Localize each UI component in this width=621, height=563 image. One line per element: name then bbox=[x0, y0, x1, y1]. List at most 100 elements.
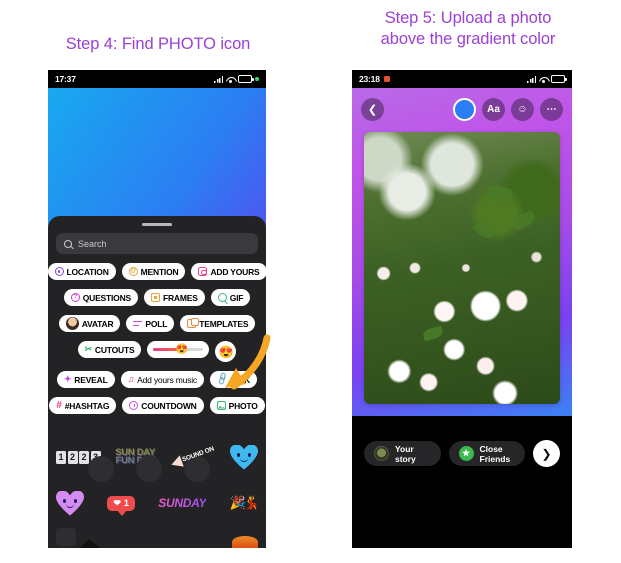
sticker-frames-button[interactable]: FRAMES bbox=[143, 289, 205, 306]
sticker-countdown-button[interactable]: COUNTDOWN bbox=[122, 397, 204, 414]
sticker-location-button[interactable]: LOCATION bbox=[48, 263, 116, 280]
search-input[interactable]: Search bbox=[56, 233, 258, 254]
left-phone-mockup: 17:37 Search LOCATION @ MENTION ADD YOUR… bbox=[48, 70, 266, 548]
step-5-title-line-1: Step 5: Upload a photo bbox=[384, 9, 552, 27]
purple-heart-sticker[interactable] bbox=[56, 491, 84, 516]
sticker-questions-button[interactable]: ? QUESTIONS bbox=[63, 289, 138, 306]
sticker-mention-label: MENTION bbox=[140, 266, 179, 277]
right-status-bar: 23:18 bbox=[352, 70, 572, 88]
avatar bbox=[374, 446, 389, 461]
reveal-icon: ✦ bbox=[63, 374, 72, 384]
sticker-gif-button[interactable]: GIF bbox=[210, 289, 251, 306]
search-icon bbox=[64, 239, 72, 248]
at-mention-icon: @ bbox=[128, 267, 138, 276]
like-count-sticker[interactable]: ❤ 1 bbox=[107, 495, 135, 516]
sticker-gallery: 1 2 2 3 SUN DAY FUN DAY SOUND ON bbox=[48, 434, 266, 548]
sticker-add-yours-music-button[interactable]: ♫ Add yours music bbox=[120, 371, 204, 388]
sticker-tool-button[interactable]: ☺ bbox=[511, 97, 534, 121]
toolbar-actions: Aa ☺ ⋯ bbox=[453, 97, 563, 121]
left-status-bar: 17:37 bbox=[48, 70, 266, 88]
sticker-templates-button[interactable]: TEMPLATES bbox=[180, 315, 256, 332]
partial-sticker-bottom-left[interactable] bbox=[56, 528, 76, 546]
gif-search-icon bbox=[217, 293, 227, 302]
search-placeholder: Search bbox=[78, 238, 107, 249]
partial-sticker-bottom-right[interactable] bbox=[232, 536, 258, 548]
sticker-row-1: LOCATION @ MENTION ADD YOURS bbox=[48, 263, 266, 280]
step-5-title-line-2: above the gradient color bbox=[380, 30, 556, 48]
heart-face bbox=[63, 498, 77, 509]
eye-right bbox=[247, 452, 251, 457]
sticker-add-yours-music-label: Add yours music bbox=[137, 374, 197, 385]
battery-icon bbox=[238, 75, 254, 83]
photo-icon bbox=[216, 401, 226, 410]
uploaded-photo[interactable] bbox=[364, 132, 560, 404]
partial-sticker-bottom-middle[interactable] bbox=[78, 539, 104, 548]
more-options-icon: ⋯ bbox=[546, 103, 557, 115]
sticker-poll-label: POLL bbox=[145, 318, 168, 329]
sticker-reveal-button[interactable]: ✦ REVEAL bbox=[56, 371, 115, 388]
templates-icon bbox=[187, 317, 199, 328]
signal-icon bbox=[527, 75, 536, 83]
scissors-icon: ✂ bbox=[84, 344, 93, 354]
counter-digit: 1 bbox=[56, 450, 66, 464]
close-friends-button[interactable]: ★ Close Friends bbox=[448, 441, 525, 466]
sticker-mention-button[interactable]: @ MENTION bbox=[121, 263, 186, 280]
close-friends-star-icon: ★ bbox=[458, 446, 474, 461]
eye-right bbox=[74, 498, 77, 503]
text-tool-label: Aa bbox=[487, 103, 500, 115]
next-button[interactable]: ❯ bbox=[533, 440, 560, 467]
sticker-avatar-button[interactable]: AVATAR bbox=[58, 315, 121, 332]
story-gradient-canvas[interactable]: Search LOCATION @ MENTION ADD YOURS ? QU… bbox=[48, 88, 266, 548]
wifi-icon bbox=[539, 76, 548, 83]
step-4-title: Step 4: Find PHOTO icon bbox=[65, 35, 251, 53]
back-button[interactable]: ❮ bbox=[361, 97, 384, 121]
avatar-icon bbox=[65, 317, 79, 330]
confetti-sticker[interactable]: 🎉💃 bbox=[230, 495, 260, 511]
sticker-avatar-label: AVATAR bbox=[81, 318, 114, 329]
smile bbox=[239, 458, 248, 462]
sticker-add-yours-button[interactable]: ADD YOURS bbox=[191, 263, 266, 280]
story-editor-canvas[interactable]: ❮ Aa ☺ ⋯ Your story ★ Close Friends ❯ bbox=[352, 88, 572, 491]
emoji-slider-sticker[interactable]: 😍 bbox=[147, 341, 210, 358]
battery-icon bbox=[551, 75, 567, 83]
right-status-left: 23:18 bbox=[359, 74, 390, 84]
sticker-photo-button[interactable]: PHOTO bbox=[209, 397, 265, 414]
text-tool-button[interactable]: Aa bbox=[482, 97, 505, 121]
camera-icon bbox=[198, 267, 208, 276]
like-count-label: 1 bbox=[123, 498, 129, 508]
more-options-button[interactable]: ⋯ bbox=[540, 97, 563, 121]
your-story-button[interactable]: Your story bbox=[364, 441, 441, 466]
photo-content bbox=[364, 132, 560, 404]
placeholder-circle bbox=[136, 456, 162, 482]
right-status-time: 23:18 bbox=[359, 74, 380, 84]
sticker-poll-button[interactable]: POLL bbox=[126, 315, 175, 332]
green-dot-icon bbox=[255, 77, 259, 81]
counter-digit: 2 bbox=[67, 450, 78, 464]
location-pin-icon bbox=[54, 267, 64, 276]
music-note-icon: ♫ bbox=[127, 374, 135, 384]
drag-handle[interactable] bbox=[142, 223, 172, 226]
heart-face bbox=[236, 452, 251, 463]
left-status-time: 17:37 bbox=[55, 74, 76, 84]
heart-eyes-emoji-icon: 😍 bbox=[175, 343, 188, 355]
right-phone-mockup: 23:18 ❮ Aa ☺ ⋯ Your story ★ Close Friend… bbox=[352, 70, 572, 548]
signal-icon bbox=[214, 75, 223, 83]
blue-heart-sticker[interactable] bbox=[230, 445, 258, 470]
sticker-location-label: LOCATION bbox=[66, 266, 109, 277]
wifi-icon bbox=[226, 76, 235, 83]
left-status-icons bbox=[214, 75, 259, 83]
placeholder-circle bbox=[88, 456, 114, 482]
sticker-templates-label: TEMPLATES bbox=[199, 318, 249, 329]
hashtag-icon: # bbox=[56, 400, 62, 411]
question-bubble-icon: ? bbox=[70, 293, 80, 302]
poll-bars-icon bbox=[133, 319, 143, 328]
sunday-sticker[interactable]: SUNDAY bbox=[158, 496, 206, 510]
back-chevron-icon: ❮ bbox=[367, 103, 378, 116]
step-5-title: Step 5: Upload a photo above the gradien… bbox=[330, 8, 606, 50]
color-picker-button[interactable] bbox=[453, 97, 476, 121]
sticker-reveal-label: REVEAL bbox=[74, 374, 108, 385]
gallery-row-2: ❤ 1 SUNDAY 🎉💃 bbox=[56, 480, 260, 526]
sticker-cutouts-button[interactable]: ✂ CUTOUTS bbox=[77, 341, 142, 358]
sticker-icon: ☺ bbox=[517, 103, 528, 115]
sticker-hashtag-button[interactable]: # #HASHTAG bbox=[49, 397, 117, 414]
